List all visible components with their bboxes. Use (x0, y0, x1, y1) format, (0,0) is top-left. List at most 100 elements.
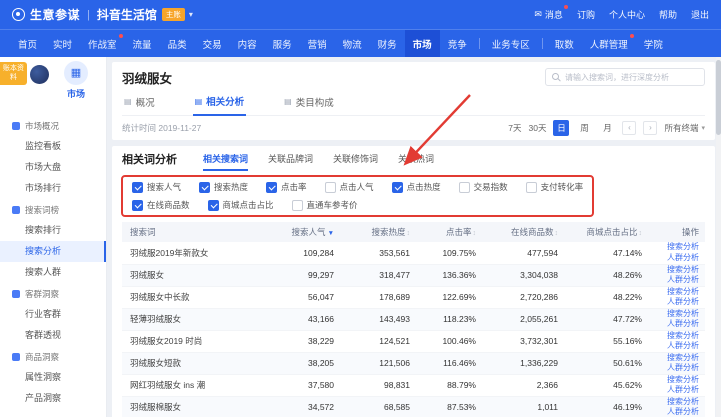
nav-item-trade[interactable]: 交易 (195, 30, 230, 57)
filter-online-items[interactable]: 在线商品数 (132, 199, 190, 211)
crowd-analysis-link[interactable]: 人群分析 (654, 385, 699, 396)
tab-related-hot-words[interactable]: 关联热词 (398, 152, 434, 171)
nav-item-war-room[interactable]: 作战室 (80, 30, 125, 57)
sidebar-item-market-ranking[interactable]: 市场排行 (0, 178, 106, 199)
search-analysis-link[interactable]: 搜索分析 (654, 242, 699, 253)
sidebar-item-market-dashboard[interactable]: 市场大盘 (0, 157, 106, 178)
nav-item-traffic[interactable]: 流量 (125, 30, 160, 57)
filter-click-rate[interactable]: 点击率 (266, 181, 307, 193)
sidebar-item-search-analysis[interactable]: 搜索分析 (0, 241, 106, 262)
sidebar-item-attribute-insight[interactable]: 属性洞察 (0, 367, 106, 388)
sidebar: 账本资料 ▦ 市场 市场概况 监控看板 市场大盘 市场排行 搜索词榜 搜索排行 … (0, 57, 106, 417)
nav-item-finance[interactable]: 财务 (370, 30, 405, 57)
tab-label: 概况 (136, 95, 155, 109)
account-ribbon-badge[interactable]: 账本资料 (0, 62, 27, 85)
avatar[interactable] (30, 65, 49, 84)
prev-date-button[interactable]: ‹ (622, 121, 636, 135)
sidebar-item-search-ranking[interactable]: 搜索排行 (0, 220, 106, 241)
nav-item-crowd-management[interactable]: 人群管理 (582, 30, 636, 57)
sidebar-item-product-insight[interactable]: 产品洞察 (0, 388, 106, 409)
nav-item-data-fetch[interactable]: 取数 (547, 30, 582, 57)
range-7d-button[interactable]: 7天 (508, 122, 521, 134)
scrollbar[interactable] (716, 57, 721, 417)
col-online-items[interactable]: 在线商品数↕ (482, 222, 564, 242)
tab-related-brand-words[interactable]: 关联品牌词 (268, 152, 313, 171)
search-input[interactable] (565, 73, 698, 82)
tab-related-search-words[interactable]: 相关搜索词 (203, 152, 248, 171)
filter-trade-index[interactable]: 交易指数 (459, 181, 508, 193)
logout-link[interactable]: 退出 (691, 8, 709, 21)
search-heat-cell: 318,477 (340, 264, 416, 286)
search-icon (552, 73, 561, 82)
crowd-analysis-link[interactable]: 人群分析 (654, 319, 699, 330)
search-analysis-link[interactable]: 搜索分析 (654, 265, 699, 276)
nav-item-business-zone[interactable]: 业务专区 (484, 30, 538, 57)
tab-related-modifier-words[interactable]: 关联修饰词 (333, 152, 378, 171)
nav-item-logistics[interactable]: 物流 (335, 30, 370, 57)
actions-cell: 搜索分析人群分析 (648, 242, 705, 264)
search-analysis-link[interactable]: 搜索分析 (654, 309, 699, 320)
related-word-tabs: 相关搜索词 关联品牌词 关联修饰词 关联热词 (203, 152, 434, 171)
crowd-analysis-link[interactable]: 人群分析 (654, 341, 699, 352)
sort-icon: ↕ (639, 230, 643, 237)
search-analysis-link[interactable]: 搜索分析 (654, 331, 699, 342)
tab-category-composition[interactable]: ▤类目构成 (282, 91, 336, 115)
keyword-cell: 网红羽绒服女 ins 潮 (122, 374, 262, 396)
nav-item-market[interactable]: 市场 (405, 30, 440, 57)
crowd-analysis-link[interactable]: 人群分析 (654, 275, 699, 286)
nav-item-service[interactable]: 服务 (265, 30, 300, 57)
col-actions: 操作 (648, 222, 705, 242)
tab-related-analysis[interactable]: ▤相关分析 (193, 91, 247, 116)
sidebar-item-customer-perspective[interactable]: 客群透视 (0, 325, 106, 346)
sidebar-item-monitor-board[interactable]: 监控看板 (0, 136, 106, 157)
online-items-cell: 2,720,286 (482, 286, 564, 308)
mall-pct-cell: 47.72% (564, 308, 648, 330)
sidebar-item-industry-customers[interactable]: 行业客群 (0, 304, 106, 325)
filter-ztc-reference-price[interactable]: 直通车参考价 (292, 199, 358, 211)
scrollbar-thumb[interactable] (716, 60, 721, 135)
actions-cell: 搜索分析人群分析 (648, 352, 705, 374)
crowd-analysis-link[interactable]: 人群分析 (654, 253, 699, 264)
help-link[interactable]: 帮助 (659, 8, 677, 21)
period-week-button[interactable]: 周 (576, 120, 592, 136)
col-search-heat[interactable]: 搜索热度↕ (340, 222, 416, 242)
crowd-analysis-link[interactable]: 人群分析 (654, 407, 699, 417)
next-date-button[interactable]: › (643, 121, 657, 135)
search-analysis-link[interactable]: 搜索分析 (654, 353, 699, 364)
terminal-filter-dropdown[interactable]: 所有终端▾ (664, 122, 705, 134)
tab-overview[interactable]: ▤概况 (122, 91, 157, 115)
nav-item-category[interactable]: 品类 (160, 30, 195, 57)
sidebar-item-search-crowd[interactable]: 搜索人群 (0, 262, 106, 283)
crowd-analysis-link[interactable]: 人群分析 (654, 297, 699, 308)
messages-link[interactable]: ✉ 消息 (534, 8, 563, 21)
filter-mall-click-share[interactable]: 商城点击占比 (208, 199, 274, 211)
personal-center-link[interactable]: 个人中心 (609, 8, 645, 21)
range-30d-button[interactable]: 30天 (529, 122, 547, 134)
filter-click-heat[interactable]: 点击热度 (392, 181, 441, 193)
search-analysis-link[interactable]: 搜索分析 (654, 375, 699, 386)
order-link[interactable]: 订购 (577, 8, 595, 21)
col-search-popularity[interactable]: 搜索人气▼ (262, 222, 340, 242)
nav-item-realtime[interactable]: 实时 (45, 30, 80, 57)
filter-click-popularity[interactable]: 点击人气 (325, 181, 374, 193)
online-items-cell: 2,055,261 (482, 308, 564, 330)
crowd-analysis-link[interactable]: 人群分析 (654, 363, 699, 374)
search-heat-cell: 178,689 (340, 286, 416, 308)
col-mall-click-share[interactable]: 商城点击占比↕ (564, 222, 648, 242)
period-month-button[interactable]: 月 (599, 120, 615, 136)
filter-payment-conversion[interactable]: 支付转化率 (526, 181, 584, 193)
nav-item-academy[interactable]: 学院 (636, 30, 671, 57)
period-day-button[interactable]: 日 (553, 120, 569, 136)
keyword-cell: 羽绒服女 (122, 264, 262, 286)
filter-search-popularity[interactable]: 搜索人气 (132, 181, 181, 193)
search-analysis-link[interactable]: 搜索分析 (654, 287, 699, 298)
nav-item-home[interactable]: 首页 (10, 30, 45, 57)
filter-search-heat[interactable]: 搜索热度 (199, 181, 248, 193)
search-analysis-link[interactable]: 搜索分析 (654, 397, 699, 408)
nav-item-marketing[interactable]: 营销 (300, 30, 335, 57)
col-click-rate[interactable]: 点击率↕ (416, 222, 482, 242)
nav-item-competition[interactable]: 竞争 (440, 30, 475, 57)
chevron-down-icon[interactable]: ▾ (189, 10, 193, 19)
filter-label: 交易指数 (474, 181, 508, 193)
nav-item-content[interactable]: 内容 (230, 30, 265, 57)
